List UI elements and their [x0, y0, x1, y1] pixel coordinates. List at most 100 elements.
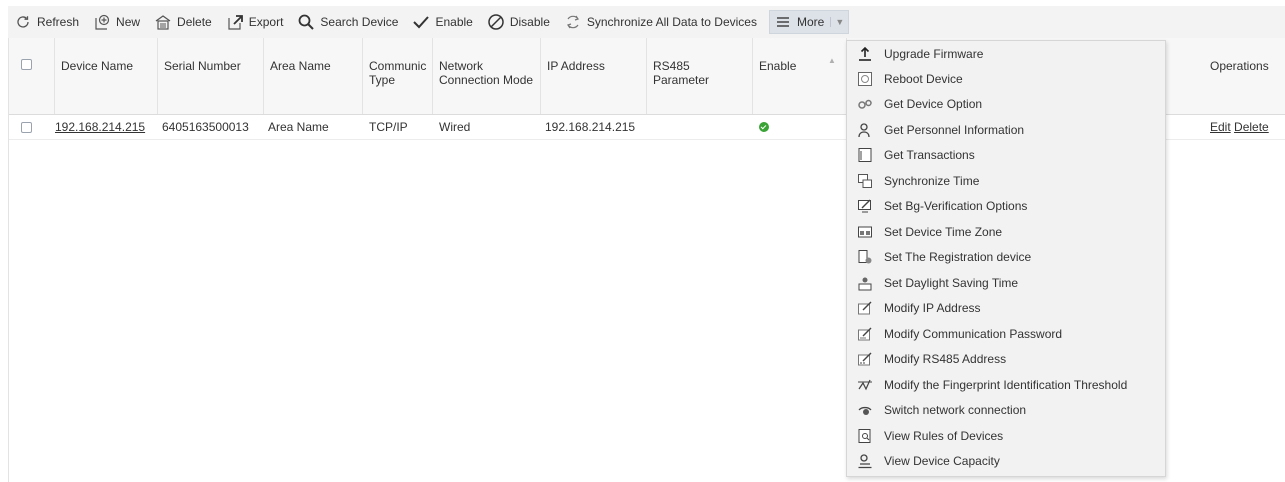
export-label: Export [248, 15, 284, 29]
menu-item-label: Get Personnel Information [884, 123, 1025, 137]
search-device-label: Search Device [320, 15, 399, 29]
menu-item-label: Modify IP Address [884, 301, 981, 315]
menu-item-modify-fingerprint-threshold[interactable]: Modify the Fingerprint Identification Th… [847, 373, 1165, 397]
menu-item-label: Get Device Option [884, 97, 983, 111]
header-enable[interactable]: Enable [753, 38, 847, 114]
menu-item-reboot-device[interactable]: Reboot Device [847, 67, 1165, 91]
enable-button[interactable]: Enable [412, 10, 473, 34]
hamburger-icon [774, 13, 792, 31]
menu-item-get-transactions[interactable]: Get Transactions [847, 143, 1165, 167]
device-name-text[interactable]: 192.168.214.215 [55, 120, 145, 134]
menu-item-label: Set Daylight Saving Time [884, 276, 1019, 290]
chevron-down-icon: ▼ [830, 17, 844, 27]
header-area-name[interactable]: Area Name [264, 38, 363, 114]
transactions-icon [856, 146, 874, 164]
menu-item-modify-ip-address[interactable]: Modify IP Address [847, 296, 1165, 320]
menu-item-label: Modify Communication Password [884, 327, 1063, 341]
area-name-cell: Area Name [268, 120, 329, 134]
header-select-all [9, 38, 55, 114]
menu-item-label: Reboot Device [884, 72, 963, 86]
sync-time-icon [856, 172, 874, 190]
menu-item-synchronize-time[interactable]: Synchronize Time [847, 169, 1165, 193]
time-zone-icon [856, 223, 874, 241]
person-icon [856, 121, 874, 139]
more-dropdown-menu: Upgrade Firmware Reboot Device Get Devic… [846, 40, 1166, 477]
delete-label: Delete [177, 15, 212, 29]
search-device-button[interactable]: Search Device [297, 10, 398, 34]
toolbar: Refresh New Delete Export Search Device … [8, 6, 1285, 39]
menu-item-get-personnel-information[interactable]: Get Personnel Information [847, 118, 1165, 142]
header-communication-type[interactable]: Communic Type [363, 38, 433, 114]
reboot-icon [856, 70, 874, 88]
menu-item-view-device-capacity[interactable]: View Device Capacity [847, 449, 1165, 473]
menu-item-label: Set Bg-Verification Options [884, 199, 1028, 213]
edit-monitor-icon [856, 197, 874, 215]
menu-item-label: Synchronize Time [884, 174, 980, 188]
header-network-connection-mode[interactable]: Network Connection Mode [433, 38, 541, 114]
menu-item-switch-network-connection[interactable]: Switch network connection [847, 398, 1165, 422]
menu-item-label: Set Device Time Zone [884, 225, 1003, 239]
menu-item-label: Get Transactions [884, 148, 975, 162]
modify-ip-icon [856, 299, 874, 317]
new-icon [93, 13, 111, 31]
network-switch-icon [856, 401, 874, 419]
rs485-cell [647, 115, 753, 139]
menu-item-set-bg-verification-options[interactable]: Set Bg-Verification Options [847, 194, 1165, 218]
header-rs485-parameter[interactable]: RS485 Parameter [647, 38, 753, 114]
select-all-checkbox[interactable] [21, 59, 32, 70]
ip-address-cell: 192.168.214.215 [545, 120, 636, 134]
row-checkbox[interactable] [21, 122, 32, 133]
daylight-time-icon [856, 274, 874, 292]
disable-label: Disable [509, 15, 550, 29]
device-name-link[interactable]: 192.168.214.215 [49, 115, 164, 139]
header-operations: Operations [1210, 59, 1269, 73]
new-button[interactable]: New [93, 10, 140, 34]
upload-icon [856, 45, 874, 63]
menu-item-set-device-time-zone[interactable]: Set Device Time Zone [847, 220, 1165, 244]
modify-password-icon [856, 325, 874, 343]
refresh-button[interactable]: Refresh [14, 10, 79, 34]
delete-button[interactable]: Delete [154, 10, 212, 34]
modify-rs485-icon [856, 350, 874, 368]
enable-cell [753, 115, 813, 139]
device-capacity-icon [856, 452, 874, 470]
menu-item-view-rules-of-devices[interactable]: View Rules of Devices [847, 424, 1165, 448]
operations-cell: Edit Delete [1204, 115, 1285, 139]
gears-icon [856, 95, 874, 113]
menu-item-label: Modify the Fingerprint Identification Th… [884, 378, 1128, 392]
delete-link[interactable]: Delete [1234, 120, 1269, 134]
serial-number-cell: 6405163500013 [162, 120, 249, 134]
disable-button[interactable]: Disable [487, 10, 550, 34]
refresh-label: Refresh [37, 15, 80, 29]
header-ip-address[interactable]: IP Address [541, 38, 647, 114]
scroll-up-icon[interactable]: ▲ [828, 56, 836, 65]
header-device-name[interactable]: Device Name [55, 38, 158, 114]
view-rules-icon [856, 427, 874, 445]
synchronize-icon [564, 13, 582, 31]
more-button[interactable]: More ▼ [768, 10, 850, 34]
header-serial-number[interactable]: Serial Number [158, 38, 264, 114]
synchronize-all-button[interactable]: Synchronize All Data to Devices [564, 10, 757, 34]
export-button[interactable]: Export [226, 10, 284, 34]
synchronize-all-label: Synchronize All Data to Devices [586, 15, 757, 29]
menu-item-label: Modify RS485 Address [884, 352, 1007, 366]
delete-icon [154, 13, 172, 31]
menu-item-modify-communication-password[interactable]: Modify Communication Password [847, 322, 1165, 346]
menu-item-set-registration-device[interactable]: Set The Registration device [847, 245, 1165, 269]
disable-icon [487, 13, 505, 31]
checkmark-icon [412, 13, 430, 31]
menu-item-label: Switch network connection [884, 403, 1027, 417]
menu-item-label: View Rules of Devices [884, 429, 1004, 443]
menu-item-upgrade-firmware[interactable]: Upgrade Firmware [847, 42, 1165, 66]
menu-item-label: Set The Registration device [884, 250, 1032, 264]
more-label: More [796, 15, 825, 29]
menu-item-set-daylight-saving-time[interactable]: Set Daylight Saving Time [847, 271, 1165, 295]
new-label: New [116, 15, 141, 29]
export-icon [226, 13, 244, 31]
registration-device-icon [856, 248, 874, 266]
search-icon [297, 13, 315, 31]
menu-item-label: Upgrade Firmware [884, 47, 984, 61]
edit-link[interactable]: Edit [1210, 120, 1231, 134]
menu-item-modify-rs485-address[interactable]: Modify RS485 Address [847, 347, 1165, 371]
menu-item-get-device-option[interactable]: Get Device Option [847, 92, 1165, 116]
